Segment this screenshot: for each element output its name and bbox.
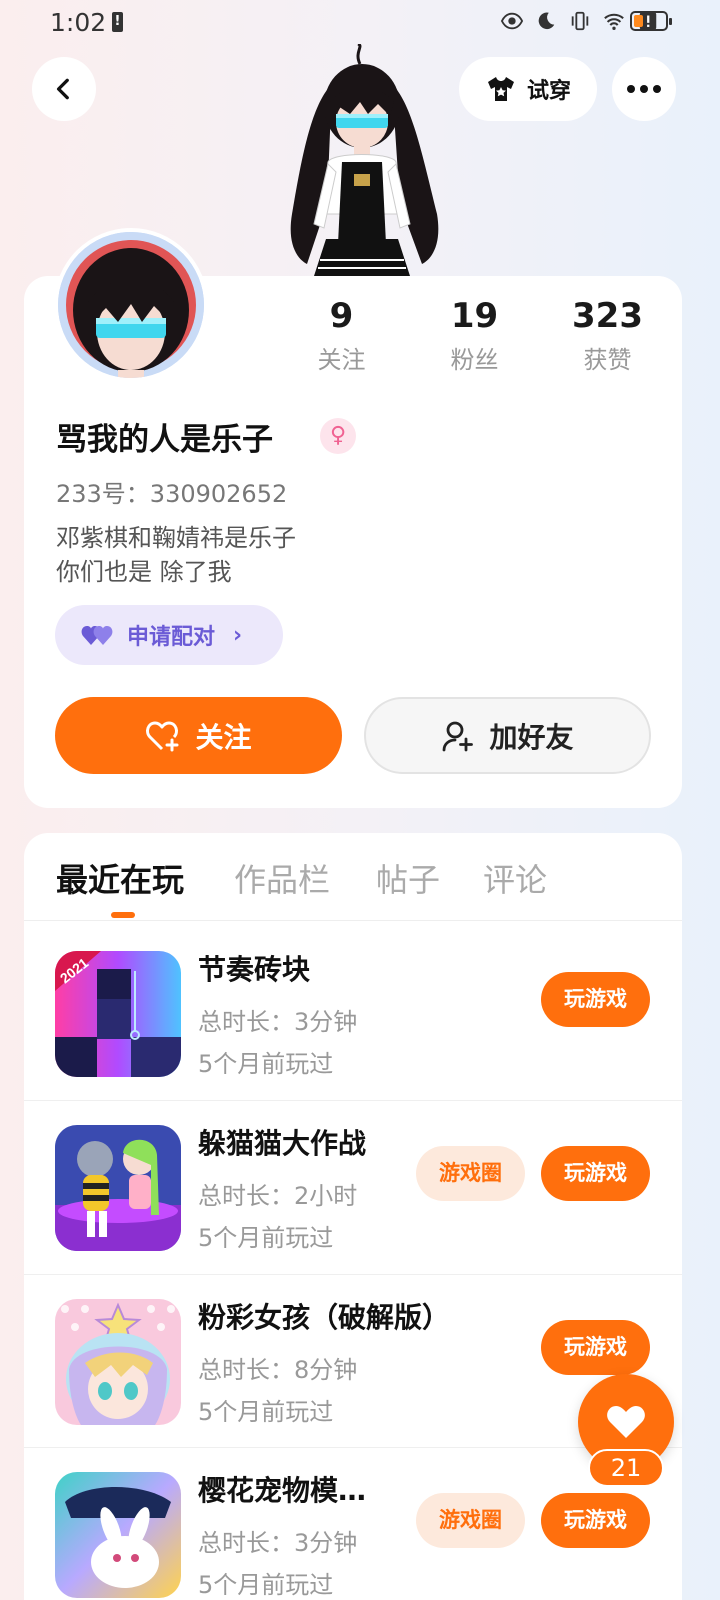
vibrate-icon (571, 11, 589, 31)
more-button[interactable] (612, 57, 676, 121)
game-name: 节奏砖块 (198, 953, 311, 986)
stat-likes[interactable]: 323 获赞 (541, 296, 674, 375)
stat-label: 获赞 (583, 346, 632, 374)
try-on-button[interactable]: 试穿 (459, 57, 597, 121)
list-item[interactable]: 樱花宠物模… 总时长：3分钟 5个月前玩过 游戏圈 玩游戏 (24, 1441, 682, 1600)
heart-icon (607, 1406, 645, 1438)
game-name: 躲猫猫大作战 (198, 1127, 367, 1160)
play-game-button[interactable]: 玩游戏 (541, 972, 650, 1027)
eye-icon (500, 12, 524, 30)
chevron-left-icon (56, 78, 69, 100)
game-last-played: 5个月前玩过 (198, 1571, 334, 1599)
stat-label: 关注 (317, 346, 366, 374)
battery-icon (630, 11, 672, 31)
character-figure[interactable] (272, 44, 452, 282)
stat-value: 19 (450, 296, 499, 336)
game-icon-hide-and-seek (55, 1125, 181, 1251)
like-count-badge: 21 (588, 1449, 664, 1487)
add-user-icon (443, 721, 474, 751)
tab-posts[interactable]: 帖子 (376, 855, 440, 901)
game-circle-button[interactable]: 游戏圈 (416, 1146, 525, 1201)
play-game-button[interactable]: 玩游戏 (541, 1493, 650, 1548)
add-friend-label: 加好友 (489, 720, 574, 754)
stat-value: 9 (329, 296, 354, 336)
game-icon-pastel-girl (55, 1299, 181, 1425)
tab-comments[interactable]: 评论 (483, 855, 547, 901)
game-last-played: 5个月前玩过 (198, 1050, 334, 1078)
stat-followers[interactable]: 19 粉丝 (408, 296, 541, 375)
request-pair-label: 申请配对 (127, 625, 216, 650)
bio-line: 邓紫棋和鞠婧祎是乐子 (56, 524, 296, 552)
play-game-button[interactable]: 玩游戏 (541, 1146, 650, 1201)
game-icon-sakura-pet (55, 1472, 181, 1598)
stat-value: 323 (572, 296, 643, 336)
play-game-button[interactable]: 玩游戏 (541, 1320, 650, 1375)
stat-label: 粉丝 (450, 346, 499, 374)
moon-icon (538, 12, 555, 30)
game-last-played: 5个月前玩过 (198, 1398, 334, 1426)
avatar[interactable] (54, 228, 208, 382)
tab-works[interactable]: 作品栏 (234, 855, 330, 901)
request-pair-button[interactable]: 申请配对 › (55, 605, 283, 665)
tab-active-indicator (111, 912, 135, 918)
heart-pair-icon (81, 626, 113, 645)
game-icon-rhythm-tiles: 2021 (55, 951, 181, 1077)
back-button[interactable] (32, 57, 96, 121)
heart-plus-icon (146, 721, 179, 751)
avatar-image (58, 232, 204, 378)
game-duration: 总时长：3分钟 (198, 1008, 358, 1036)
stat-following[interactable]: 9 关注 (275, 296, 408, 375)
try-on-label: 试穿 (526, 79, 571, 104)
tab-recently-played[interactable]: 最近在玩 (56, 855, 184, 901)
game-last-played: 5个月前玩过 (198, 1224, 334, 1252)
game-name: 粉彩女孩（破解版） (198, 1301, 451, 1334)
profile-stats: 9 关注 19 粉丝 323 获赞 (275, 296, 675, 375)
status-time: 1:02 (50, 8, 107, 37)
wifi-icon (604, 13, 624, 30)
chevron-right-icon: › (233, 622, 243, 648)
tab-bar: 最近在玩 作品栏 帖子 评论 (24, 833, 682, 921)
game-name: 樱花宠物模… (198, 1474, 367, 1507)
tshirt-icon (487, 77, 514, 101)
list-item[interactable]: 2021 节奏砖块 总时长：3分钟 5个月前玩过 玩游戏 (24, 920, 682, 1093)
add-friend-button[interactable]: 加好友 (364, 697, 651, 774)
game-circle-button[interactable]: 游戏圈 (416, 1493, 525, 1548)
follow-label: 关注 (195, 720, 252, 754)
user-id[interactable]: 233号：330902652 (56, 474, 287, 509)
game-duration: 总时长：2小时 (198, 1182, 358, 1210)
username: 骂我的人是乐子 (56, 422, 273, 458)
bio-line: 你们也是 除了我 (56, 558, 232, 586)
status-bar: 1:02 ! (0, 0, 720, 46)
list-item[interactable]: 躲猫猫大作战 总时长：2小时 5个月前玩过 游戏圈 玩游戏 (24, 1094, 682, 1267)
more-dots-icon (627, 85, 661, 93)
female-gender-icon: ♀ (320, 418, 356, 454)
bio: 邓紫棋和鞠婧祎是乐子 你们也是 除了我 (56, 521, 296, 589)
follow-button[interactable]: 关注 (55, 697, 342, 774)
game-duration: 总时长：3分钟 (198, 1529, 358, 1557)
game-duration: 总时长：8分钟 (198, 1356, 358, 1384)
notification-alert-icon: ! (112, 12, 123, 32)
